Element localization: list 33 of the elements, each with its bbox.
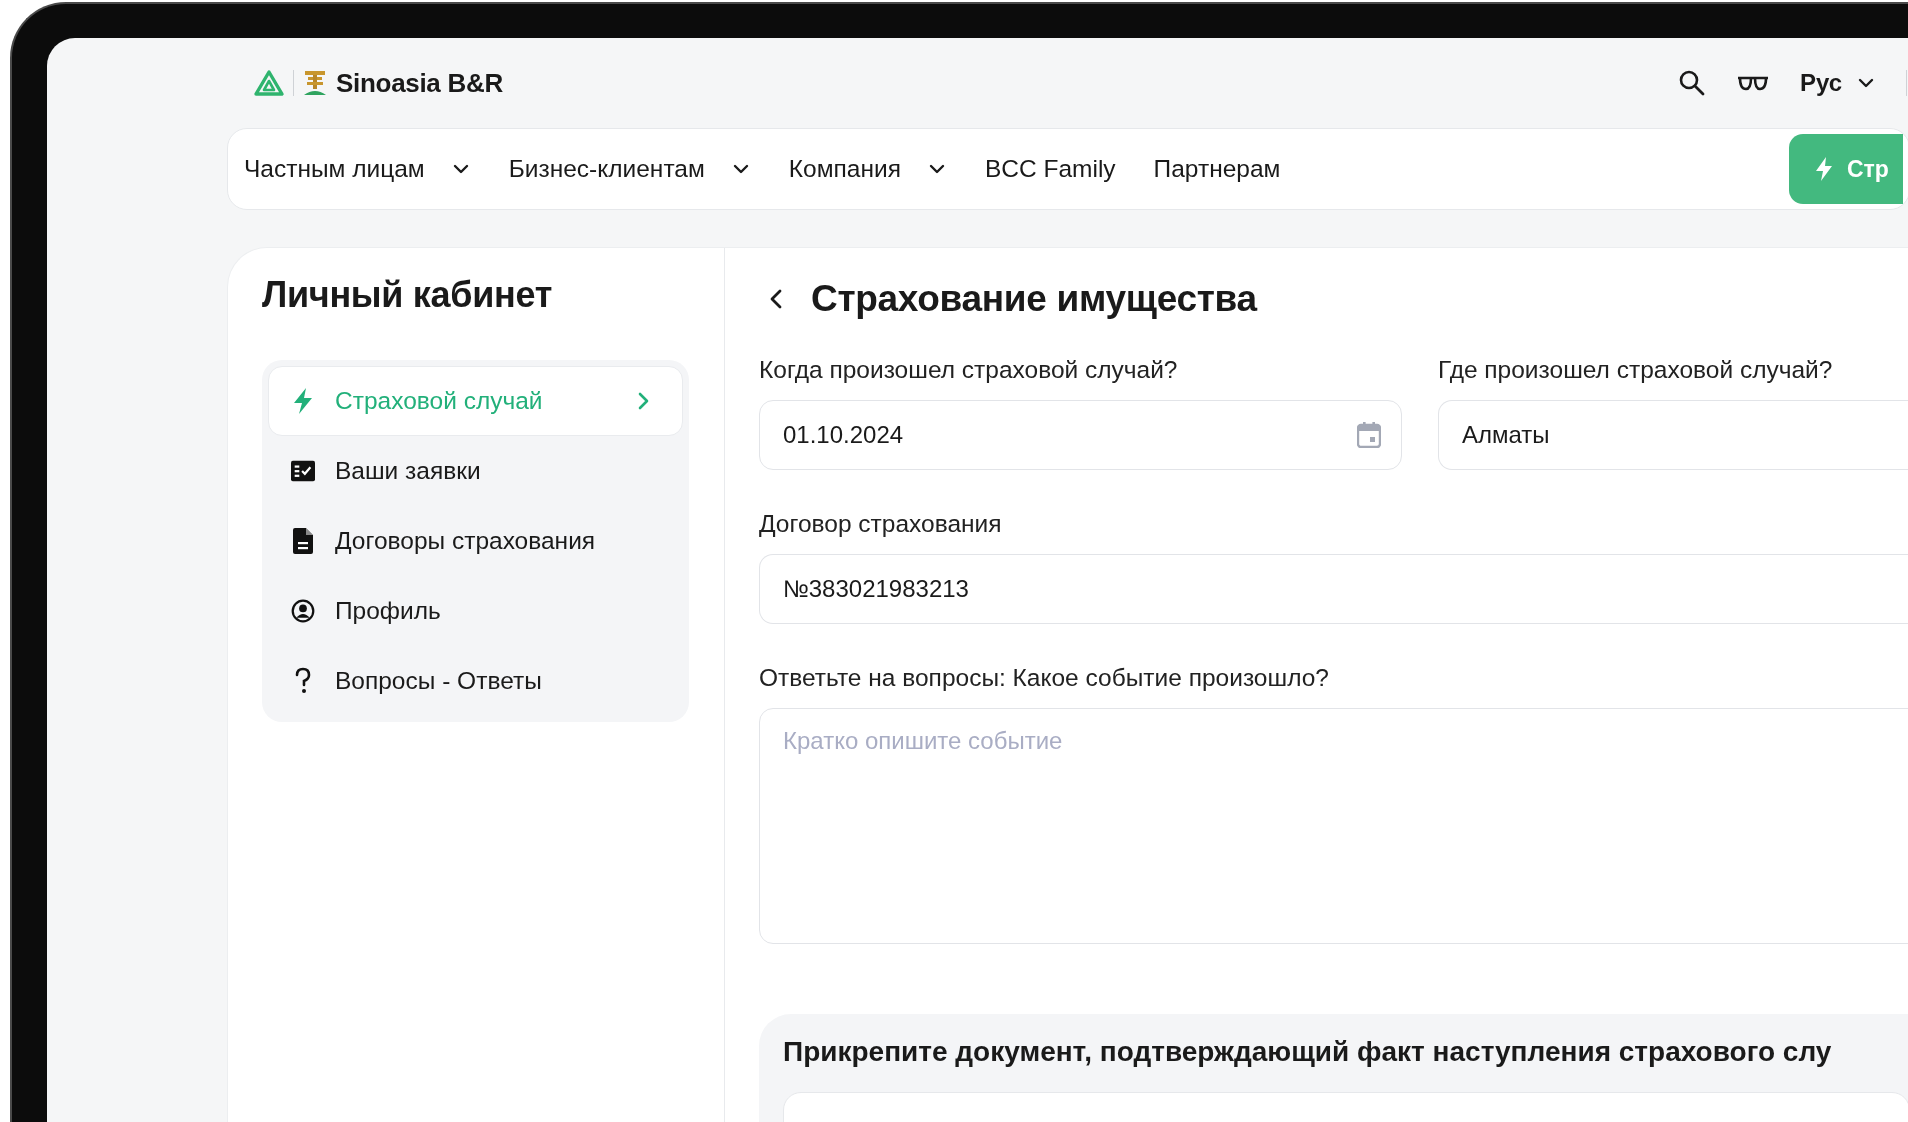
page-title: Страхование имущества <box>811 278 1257 320</box>
input-field[interactable]: Алматы <box>1438 400 1908 470</box>
text-area[interactable]: Кратко опишите событие <box>759 708 1908 944</box>
user-circle-icon <box>291 597 315 625</box>
document-icon <box>293 528 313 554</box>
sidebar-item[interactable]: Вопросы - Ответы <box>268 646 683 716</box>
field-label: Где произошел страховой случай? <box>1438 356 1834 384</box>
date-field[interactable]: 01.10.2024 <box>759 400 1402 470</box>
field-label: Договор страхования <box>759 510 1003 538</box>
field-label: Ответьте на вопросы: Какое событие произошло? <box>759 664 1330 692</box>
upload-title: Прикрепите документ, подтверждающий факт наступления страхового слу <box>783 1036 1833 1068</box>
input-field[interactable]: №383021983213 <box>759 554 1908 624</box>
nav-link[interactable]: Бизнес-клиентам <box>508 155 751 183</box>
sidebar-title: Личный кабинет <box>262 274 554 316</box>
nav-link[interactable]: Компания <box>788 155 947 183</box>
logo-text: Sinoasia B&R <box>336 67 503 99</box>
field-label: Когда произошел страховой случай? <box>759 356 1179 384</box>
nav-link[interactable]: Частным лицам <box>244 155 471 183</box>
sidebar-item[interactable]: Ваши заявки <box>268 436 683 506</box>
language-selector[interactable]: Рус <box>1799 69 1876 97</box>
checklist-icon <box>291 460 315 482</box>
nav-link[interactable]: Партнерам <box>1153 155 1281 183</box>
language-label: Рус <box>1799 69 1842 97</box>
search-icon[interactable] <box>1677 69 1706 97</box>
emblem-icon <box>302 69 328 97</box>
question-icon <box>294 667 312 695</box>
lightning-icon <box>1815 156 1833 182</box>
nav-link[interactable]: BCC Family <box>984 155 1116 183</box>
chevron-right-icon <box>636 391 650 411</box>
lightning-icon <box>293 387 313 415</box>
triangle-logo-icon <box>253 69 285 97</box>
sidebar-item[interactable]: Профиль <box>268 576 683 646</box>
sidebar-item[interactable]: Договоры страхования <box>268 506 683 576</box>
